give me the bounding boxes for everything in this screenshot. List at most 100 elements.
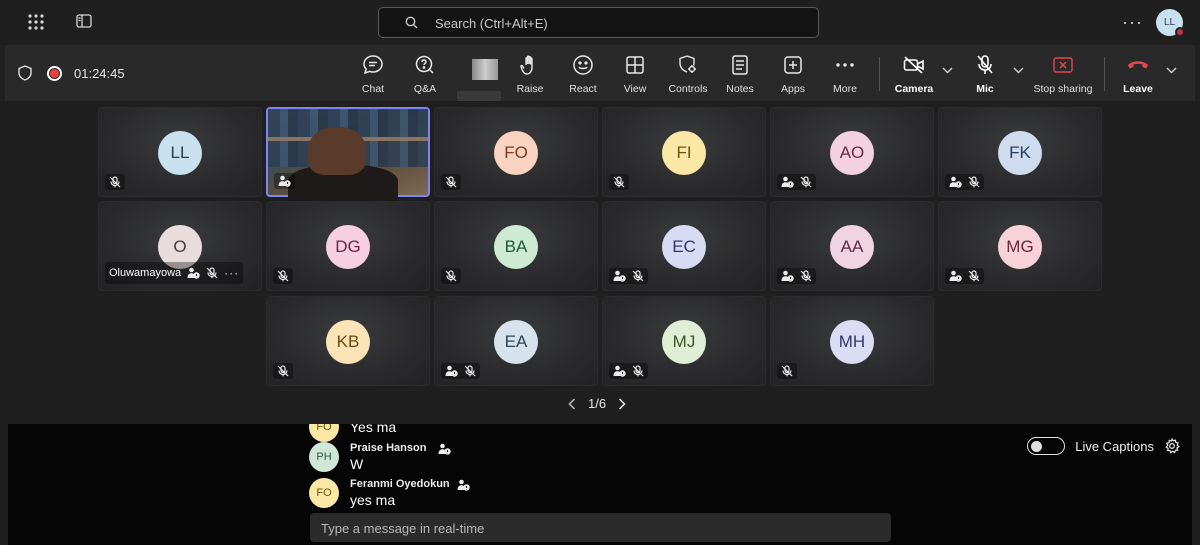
guest-icon — [438, 443, 451, 455]
mic-off-icon — [968, 270, 980, 282]
search-placeholder: Search (Ctrl+Alt+E) — [435, 16, 548, 31]
apps-button[interactable]: Apps — [765, 53, 821, 95]
participant-avatar: FO — [494, 131, 538, 175]
participant-tile[interactable]: AA — [770, 201, 934, 291]
guest-icon — [781, 270, 794, 282]
qa-label: Q&A — [413, 83, 437, 95]
participant-tile[interactable]: EA — [434, 296, 598, 386]
notes-icon — [712, 53, 768, 77]
participant-tile[interactable]: BA — [434, 201, 598, 291]
participant-status-icons: Oluwamayowa ··· — [105, 262, 244, 284]
participant-status-icons — [441, 268, 461, 284]
mic-off-icon — [613, 176, 625, 188]
participant-avatar: BA — [494, 225, 538, 269]
participant-status-icons — [945, 174, 984, 190]
participant-tile[interactable]: MG — [938, 201, 1102, 291]
participant-status-icons — [777, 174, 816, 190]
hang-up-icon — [1110, 53, 1166, 77]
message-input-placeholder: Type a message in real-time — [321, 521, 485, 536]
chat-text: yes ma — [350, 492, 396, 508]
participant-tile[interactable]: AO — [770, 107, 934, 197]
gallery-pager: 1/6 — [568, 396, 626, 411]
participant-tile[interactable]: MJ — [602, 296, 766, 386]
qa-button[interactable]: Q&A — [397, 53, 453, 95]
grid-view-icon — [607, 53, 663, 77]
more-button[interactable]: More — [817, 53, 873, 95]
participant-status-icons — [273, 363, 293, 379]
participant-status-icons — [105, 174, 125, 190]
chevron-right-icon[interactable] — [618, 397, 626, 410]
participant-status-icons — [441, 174, 461, 190]
participant-tile[interactable]: KB — [266, 296, 430, 386]
participant-status-icons — [609, 363, 648, 379]
participant-avatar: AO — [830, 131, 874, 175]
participant-status-icons — [777, 363, 797, 379]
leave-chevron-down-icon[interactable] — [1166, 67, 1177, 74]
mic-label: Mic — [976, 83, 994, 95]
toolbar-divider — [879, 57, 880, 91]
participant-tile[interactable]: MH — [770, 296, 934, 386]
chat-text: W — [350, 456, 364, 472]
participant-tile[interactable]: FI — [602, 107, 766, 197]
guest-icon — [278, 175, 291, 187]
chevron-left-icon[interactable] — [568, 397, 576, 410]
participant-tile[interactable]: EC — [602, 201, 766, 291]
toolbar-divider — [1104, 57, 1105, 91]
mic-button[interactable]: Mic — [957, 53, 1013, 95]
video-person-head — [308, 127, 366, 175]
controls-label: Controls — [668, 83, 708, 95]
smiley-icon — [555, 53, 611, 77]
participant-status-icons — [441, 363, 480, 379]
participant-name: Oluwamayowa — [109, 267, 182, 279]
participant-status-icons — [945, 268, 984, 284]
avatar[interactable]: LL — [1156, 9, 1185, 37]
avatar-initials: LL — [1163, 17, 1176, 28]
more-label: More — [833, 83, 857, 95]
guest-icon — [445, 365, 458, 377]
app-launcher-icon[interactable] — [27, 13, 45, 31]
search-input[interactable]: Search (Ctrl+Alt+E) — [378, 7, 819, 38]
participant-status-icons — [273, 268, 293, 284]
chat-button[interactable]: Chat — [345, 53, 401, 95]
side-panel-icon[interactable] — [76, 14, 92, 28]
participant-status-icons — [274, 173, 295, 189]
stop-sharing-button[interactable]: Stop sharing — [1030, 53, 1096, 95]
leave-label: Leave — [1123, 83, 1153, 95]
participant-avatar: EA — [494, 320, 538, 364]
participant-tile[interactable] — [266, 107, 430, 205]
mic-off-icon — [277, 270, 289, 282]
page-indicator: 1/6 — [588, 396, 607, 411]
more-options-icon[interactable]: ··· — [1122, 12, 1143, 33]
view-button[interactable]: View — [607, 53, 663, 95]
add-app-icon — [765, 53, 821, 77]
mic-off-icon — [632, 270, 644, 282]
raise-label: Raise — [516, 83, 544, 95]
participant-avatar: AA — [830, 225, 874, 269]
leave-button[interactable]: Leave — [1110, 53, 1166, 95]
shield-icon[interactable] — [18, 65, 32, 81]
mic-off-icon — [800, 270, 812, 282]
participant-tile[interactable]: O Oluwamayowa ··· — [98, 201, 262, 291]
title-bar: Search (Ctrl+Alt+E) ··· LL — [0, 0, 1200, 45]
participant-tile[interactable]: FK — [938, 107, 1102, 197]
notes-button[interactable]: Notes — [712, 53, 768, 95]
participant-tile[interactable]: DG — [266, 201, 430, 291]
react-label: React — [569, 83, 597, 95]
view-label: View — [623, 83, 647, 95]
mic-off-icon — [445, 176, 457, 188]
raise-hand-button[interactable]: Raise — [502, 53, 558, 95]
mic-off-icon — [206, 267, 218, 279]
mic-off-icon — [800, 176, 812, 188]
participant-tile[interactable]: FO — [434, 107, 598, 197]
participant-avatar: LL — [158, 131, 202, 175]
recording-icon — [47, 66, 62, 81]
camera-chevron-down-icon[interactable] — [942, 67, 953, 74]
message-input[interactable]: Type a message in real-time — [310, 513, 891, 542]
guest-icon — [187, 267, 200, 279]
participant-tile[interactable]: LL — [98, 107, 262, 197]
react-button[interactable]: React — [555, 53, 611, 95]
mic-chevron-down-icon[interactable] — [1013, 67, 1024, 74]
controls-button[interactable]: Controls — [660, 53, 716, 95]
more-options-icon[interactable]: ··· — [224, 264, 239, 282]
camera-button[interactable]: Camera — [886, 53, 942, 95]
